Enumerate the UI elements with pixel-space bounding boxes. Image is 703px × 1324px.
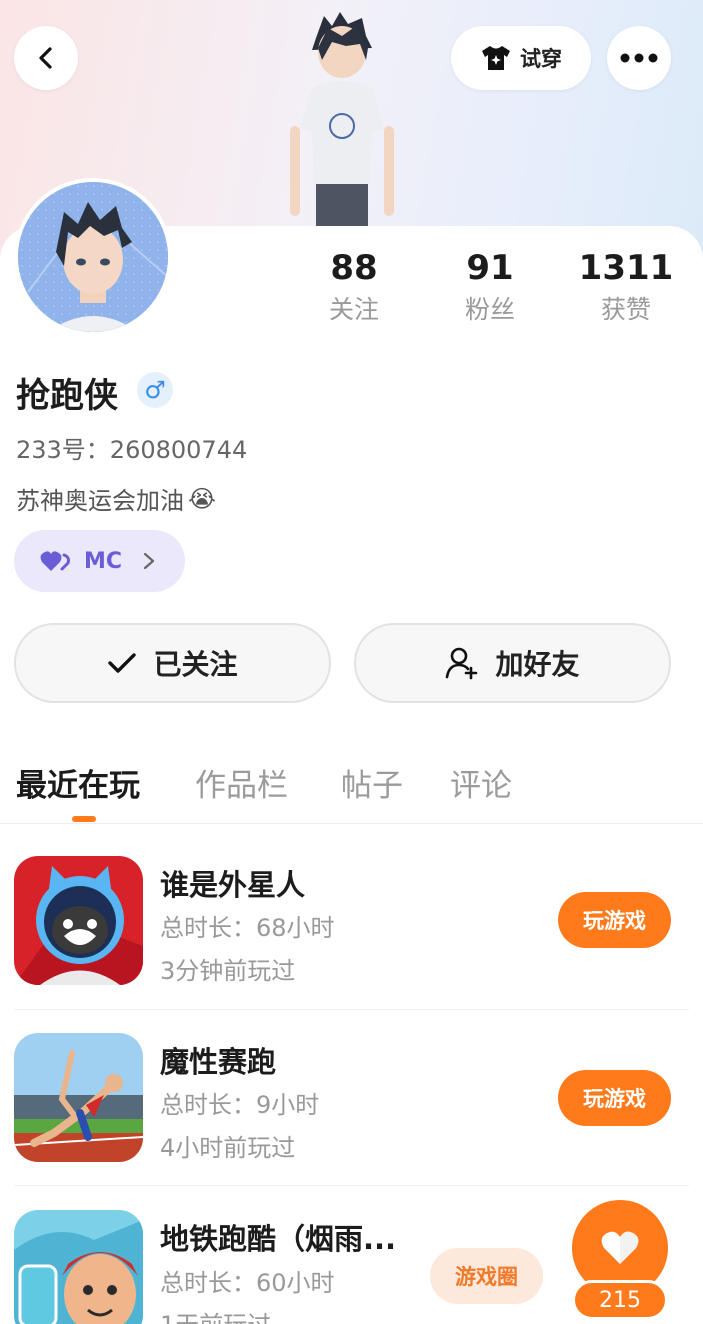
gender-symbol: ♂ <box>144 376 166 404</box>
game-duration: 总时长：60小时 <box>160 1269 335 1297</box>
stat-followers[interactable]: 91 粉丝 <box>420 246 560 330</box>
game-duration: 总时长：68小时 <box>160 914 335 942</box>
game-icon-runner <box>14 1033 143 1162</box>
profile-tabs: 最近在玩 作品栏 帖子 评论 <box>0 750 703 824</box>
like-count: 215 <box>572 1280 668 1320</box>
add-friend-button[interactable]: 加好友 <box>354 623 671 703</box>
tshirt-icon <box>482 46 510 70</box>
more-options-button[interactable] <box>607 26 671 90</box>
game-last-played: 4小时前玩过 <box>160 1134 296 1162</box>
check-icon <box>108 653 137 673</box>
stat-following-count: 88 <box>330 248 378 288</box>
game-name: 谁是外星人 <box>160 868 306 902</box>
stat-following-label: 关注 <box>328 295 379 324</box>
followed-button[interactable]: 已关注 <box>14 623 331 703</box>
game-duration: 总时长：9小时 <box>160 1091 320 1119</box>
stat-likes[interactable]: 1311 获赞 <box>556 246 696 330</box>
avatar-character-figure <box>290 12 394 230</box>
play-game-button[interactable]: 玩游戏 <box>558 892 671 948</box>
game-circle-button[interactable]: 游戏圈 <box>430 1248 543 1304</box>
game-name: 魔性赛跑 <box>160 1045 277 1079</box>
try-on-button[interactable]: 试穿 <box>451 26 591 90</box>
purple-heart-icon <box>40 551 70 571</box>
user-id: 233号：260800744 <box>16 436 248 464</box>
tab-recently-played[interactable]: 最近在玩 <box>16 760 140 805</box>
crying-emoji-icon: 😭 <box>188 484 217 513</box>
heart-icon <box>601 1231 639 1264</box>
stat-followers-label: 粉丝 <box>464 295 515 324</box>
add-user-icon <box>446 647 478 680</box>
tab-posts[interactable]: 帖子 <box>341 760 403 805</box>
try-on-label: 试穿 <box>520 47 562 71</box>
stat-followers-count: 91 <box>466 248 514 288</box>
game-last-played: 3分钟前玩过 <box>160 957 296 985</box>
username: 抢跑侠 <box>16 376 118 416</box>
like-floating-button[interactable]: 215 <box>558 1200 671 1324</box>
tab-works[interactable]: 作品栏 <box>195 760 288 805</box>
game-icon-alien <box>14 856 143 985</box>
bio-text: 苏神奥运会加油 <box>16 487 184 515</box>
back-button[interactable] <box>14 26 78 90</box>
followed-label: 已关注 <box>153 648 238 681</box>
stat-likes-label: 获赞 <box>600 295 651 324</box>
chevron-right-icon <box>143 552 155 570</box>
tab-comments[interactable]: 评论 <box>450 760 512 805</box>
play-game-button[interactable]: 玩游戏 <box>558 1070 671 1126</box>
game-name: 地铁跑酷（烟雨... <box>160 1222 397 1256</box>
bio: 苏神奥运会加油 😭 <box>16 481 216 516</box>
gender-male-icon: ♂ <box>137 372 173 408</box>
game-icon-subway <box>14 1210 143 1324</box>
profile-stats: 88 关注 91 粉丝 1311 获赞 <box>0 246 703 336</box>
active-tab-indicator <box>72 816 96 822</box>
stat-following[interactable]: 88 关注 <box>284 246 424 330</box>
game-last-played: 1天前玩过 <box>160 1305 271 1324</box>
stat-likes-count: 1311 <box>578 248 674 288</box>
add-friend-label: 加好友 <box>495 648 580 681</box>
mc-badge[interactable]: MC <box>14 530 185 592</box>
more-dots-icon <box>620 53 658 63</box>
chevron-left-icon <box>39 47 52 69</box>
mc-badge-label: MC <box>84 548 123 574</box>
